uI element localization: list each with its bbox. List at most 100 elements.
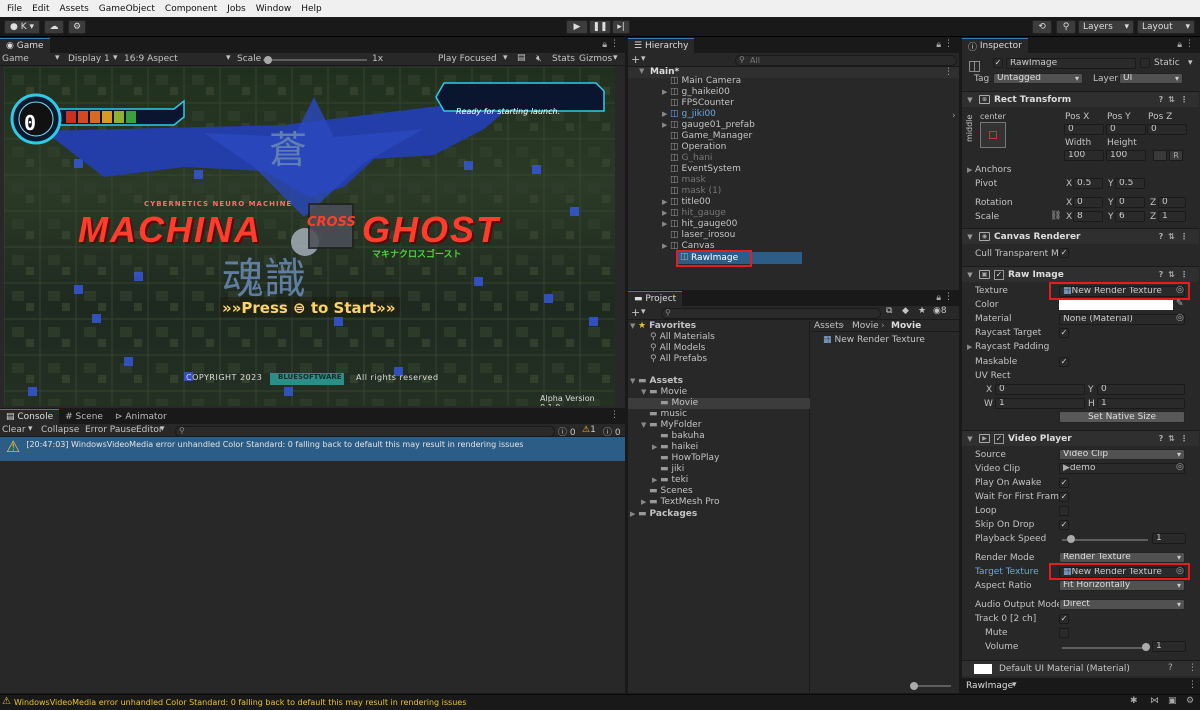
object-name-field[interactable]: RawImage xyxy=(1006,58,1136,69)
enabled-checkbox[interactable]: ✓ xyxy=(994,269,1004,280)
warning-count[interactable]: ⚠1 xyxy=(582,425,596,435)
hierarchy-item[interactable]: ◫ mask (1) xyxy=(628,186,959,197)
kebab-menu-icon[interactable]: ⋮ xyxy=(1185,39,1194,49)
play-button[interactable]: ▶ xyxy=(566,20,588,34)
static-checkbox[interactable] xyxy=(1140,58,1150,68)
width-field[interactable]: 100 xyxy=(1064,150,1104,161)
chevron-right-icon[interactable]: ▶ xyxy=(662,208,670,219)
chevron-down-icon[interactable]: ▼ xyxy=(641,420,649,431)
menu-item-window[interactable]: Window xyxy=(251,4,297,14)
anchors-row[interactable]: ▶ Anchors xyxy=(967,164,1011,176)
game-view-dropdown[interactable]: Game xyxy=(2,54,29,64)
raycast-target-checkbox[interactable]: ✓ xyxy=(1059,328,1069,338)
color-swatch[interactable] xyxy=(1059,300,1173,310)
bug-icon[interactable]: ✱ xyxy=(1130,696,1138,706)
editor-dropdown[interactable]: Editor xyxy=(136,425,163,435)
project-folder-item[interactable]: ▬ Scenes xyxy=(628,486,810,497)
packages-header[interactable]: ▶ ▬ Packages xyxy=(630,509,697,520)
hierarchy-item[interactable]: ▶ ◫ hit_gauge xyxy=(628,208,959,219)
tag-dropdown[interactable]: Untagged xyxy=(993,73,1083,84)
skip-on-drop-checkbox[interactable]: ✓ xyxy=(1059,520,1069,530)
canvas-renderer-header[interactable]: ▼ ◉ Canvas Renderer ?⇅⋮ xyxy=(962,228,1199,244)
height-field[interactable]: 100 xyxy=(1106,150,1146,161)
render-mode-dropdown[interactable]: Render Texture xyxy=(1059,552,1185,563)
audio-icon[interactable]: ▤ xyxy=(517,53,526,63)
component-controls-icon[interactable]: ?⇅⋮ xyxy=(1159,434,1193,443)
menu-item-help[interactable]: Help xyxy=(296,4,327,14)
chevron-right-icon[interactable]: ▶ xyxy=(662,120,670,131)
hierarchy-item[interactable]: ◫ Game_Manager xyxy=(628,131,959,142)
cull-checkbox[interactable]: ✓ xyxy=(1059,248,1069,258)
chevron-right-icon[interactable]: ▶ xyxy=(662,219,670,230)
link-icon[interactable]: ⛓ xyxy=(1050,211,1061,221)
rot-z-field[interactable]: 0 xyxy=(1158,197,1186,208)
lock-icon[interactable]: 🔒︎ xyxy=(602,40,607,50)
uv-x-field[interactable]: 0 xyxy=(995,384,1085,395)
raw-image-header[interactable]: ▼ ▣ ✓ Raw Image ?⇅⋮ xyxy=(962,266,1199,282)
maskable-checkbox[interactable]: ✓ xyxy=(1059,357,1069,367)
chevron-right-icon[interactable]: ▶ xyxy=(662,109,670,120)
chevron-right-icon[interactable]: ▶ xyxy=(652,442,660,453)
kebab-menu-icon[interactable]: ⋮ xyxy=(944,39,953,49)
enabled-checkbox[interactable]: ✓ xyxy=(994,433,1004,444)
assets-header[interactable]: ▼ ▬ Assets xyxy=(630,376,683,387)
playback-speed-field[interactable]: 1 xyxy=(1152,533,1186,544)
object-picker-icon[interactable]: ◎ xyxy=(1176,313,1184,323)
tab-inspector[interactable]: ⓘ Inspector xyxy=(962,38,1028,53)
raw-edit-button[interactable]: R xyxy=(1169,150,1183,161)
visibility-icon[interactable]: ◉8 xyxy=(933,306,947,316)
chevron-down-icon[interactable]: ▼ xyxy=(641,387,649,398)
hierarchy-item[interactable]: ▶ ◫ gauge01_prefab xyxy=(628,120,959,131)
audio-output-dropdown[interactable]: Direct xyxy=(1059,599,1185,610)
project-search-input[interactable] xyxy=(661,308,881,319)
component-controls-icon[interactable]: ?⇅⋮ xyxy=(1159,270,1193,279)
collab-icon[interactable]: ⚙ xyxy=(68,20,86,34)
project-file-item[interactable]: ▦ New Render Texture xyxy=(823,335,925,346)
cloud-icon[interactable]: ☁ xyxy=(44,20,64,34)
hierarchy-item[interactable]: ▶ ◫ hit_gauge00 xyxy=(628,219,959,230)
pivot-x-field[interactable]: 0.5 xyxy=(1073,178,1103,189)
menu-item-file[interactable]: File xyxy=(2,4,27,14)
network-icon[interactable]: ⋈ xyxy=(1150,696,1159,706)
tab-game[interactable]: ◉ Game xyxy=(0,38,50,53)
favorite-item[interactable]: ⚲ All Materials xyxy=(628,332,715,343)
cache-icon[interactable]: ▣ xyxy=(1168,696,1177,706)
project-folder-item[interactable]: ▬ music xyxy=(628,409,810,420)
collapse-button[interactable]: Collapse xyxy=(41,425,79,435)
breadcrumb-movie[interactable]: Movie xyxy=(852,321,879,331)
console-log-row[interactable]: ⚠ [20:47:03] WindowsVideoMedia error unh… xyxy=(0,437,625,461)
add-icon[interactable]: + xyxy=(631,306,640,319)
play-on-awake-checkbox[interactable]: ✓ xyxy=(1059,478,1069,488)
hierarchy-item[interactable]: ▶ ◫ g_jiki00 xyxy=(628,109,959,120)
eyedropper-icon[interactable]: ✎ xyxy=(1176,299,1184,309)
gizmos-button[interactable]: Gizmos xyxy=(579,54,612,64)
wait-first-frame-checkbox[interactable]: ✓ xyxy=(1059,492,1069,502)
project-folder-item[interactable]: ▶ ▬ TextMesh Pro xyxy=(628,497,810,508)
clear-button[interactable]: Clear xyxy=(2,425,26,435)
uv-w-field[interactable]: 1 xyxy=(995,398,1085,409)
menu-item-edit[interactable]: Edit xyxy=(27,4,54,14)
uv-y-field[interactable]: 0 xyxy=(1097,384,1185,395)
video-clip-field[interactable]: ▶demo xyxy=(1059,463,1185,474)
filter-type-icon[interactable]: ⧉ xyxy=(886,306,892,316)
rect-transform-header[interactable]: ▼ ⊕ Rect Transform ?⇅⋮ xyxy=(962,91,1199,107)
mute-checkbox[interactable] xyxy=(1059,628,1069,638)
error-pause-button[interactable]: Error Pause xyxy=(85,425,136,435)
project-folder-item[interactable]: ▶ ▬ haikei xyxy=(628,442,810,453)
component-controls-icon[interactable]: ?⇅⋮ xyxy=(1159,95,1193,104)
active-checkbox[interactable]: ✓ xyxy=(993,58,1003,68)
project-folder-item[interactable]: ▬ bakuha xyxy=(628,431,810,442)
chevron-down-icon[interactable]: ▾ xyxy=(1188,58,1193,68)
search-icon[interactable]: ⚲ xyxy=(1056,20,1076,34)
layout-dropdown[interactable]: Layout ▾ xyxy=(1137,20,1195,34)
material-footer[interactable]: Default UI Material (Material) ? ⋮ xyxy=(962,660,1200,676)
hierarchy-item[interactable]: ▶ ◫ title00 xyxy=(628,197,959,208)
track-checkbox[interactable]: ✓ xyxy=(1059,614,1069,624)
cpu-icon[interactable]: ⚙ xyxy=(1186,696,1194,706)
layer-dropdown[interactable]: UI xyxy=(1119,73,1183,84)
breadcrumb-assets[interactable]: Assets xyxy=(814,321,843,331)
step-button[interactable]: ▸| xyxy=(612,20,630,34)
menu-item-jobs[interactable]: Jobs xyxy=(222,4,251,14)
filter-label-icon[interactable]: ◆ xyxy=(902,306,909,316)
uv-h-field[interactable]: 1 xyxy=(1097,398,1185,409)
